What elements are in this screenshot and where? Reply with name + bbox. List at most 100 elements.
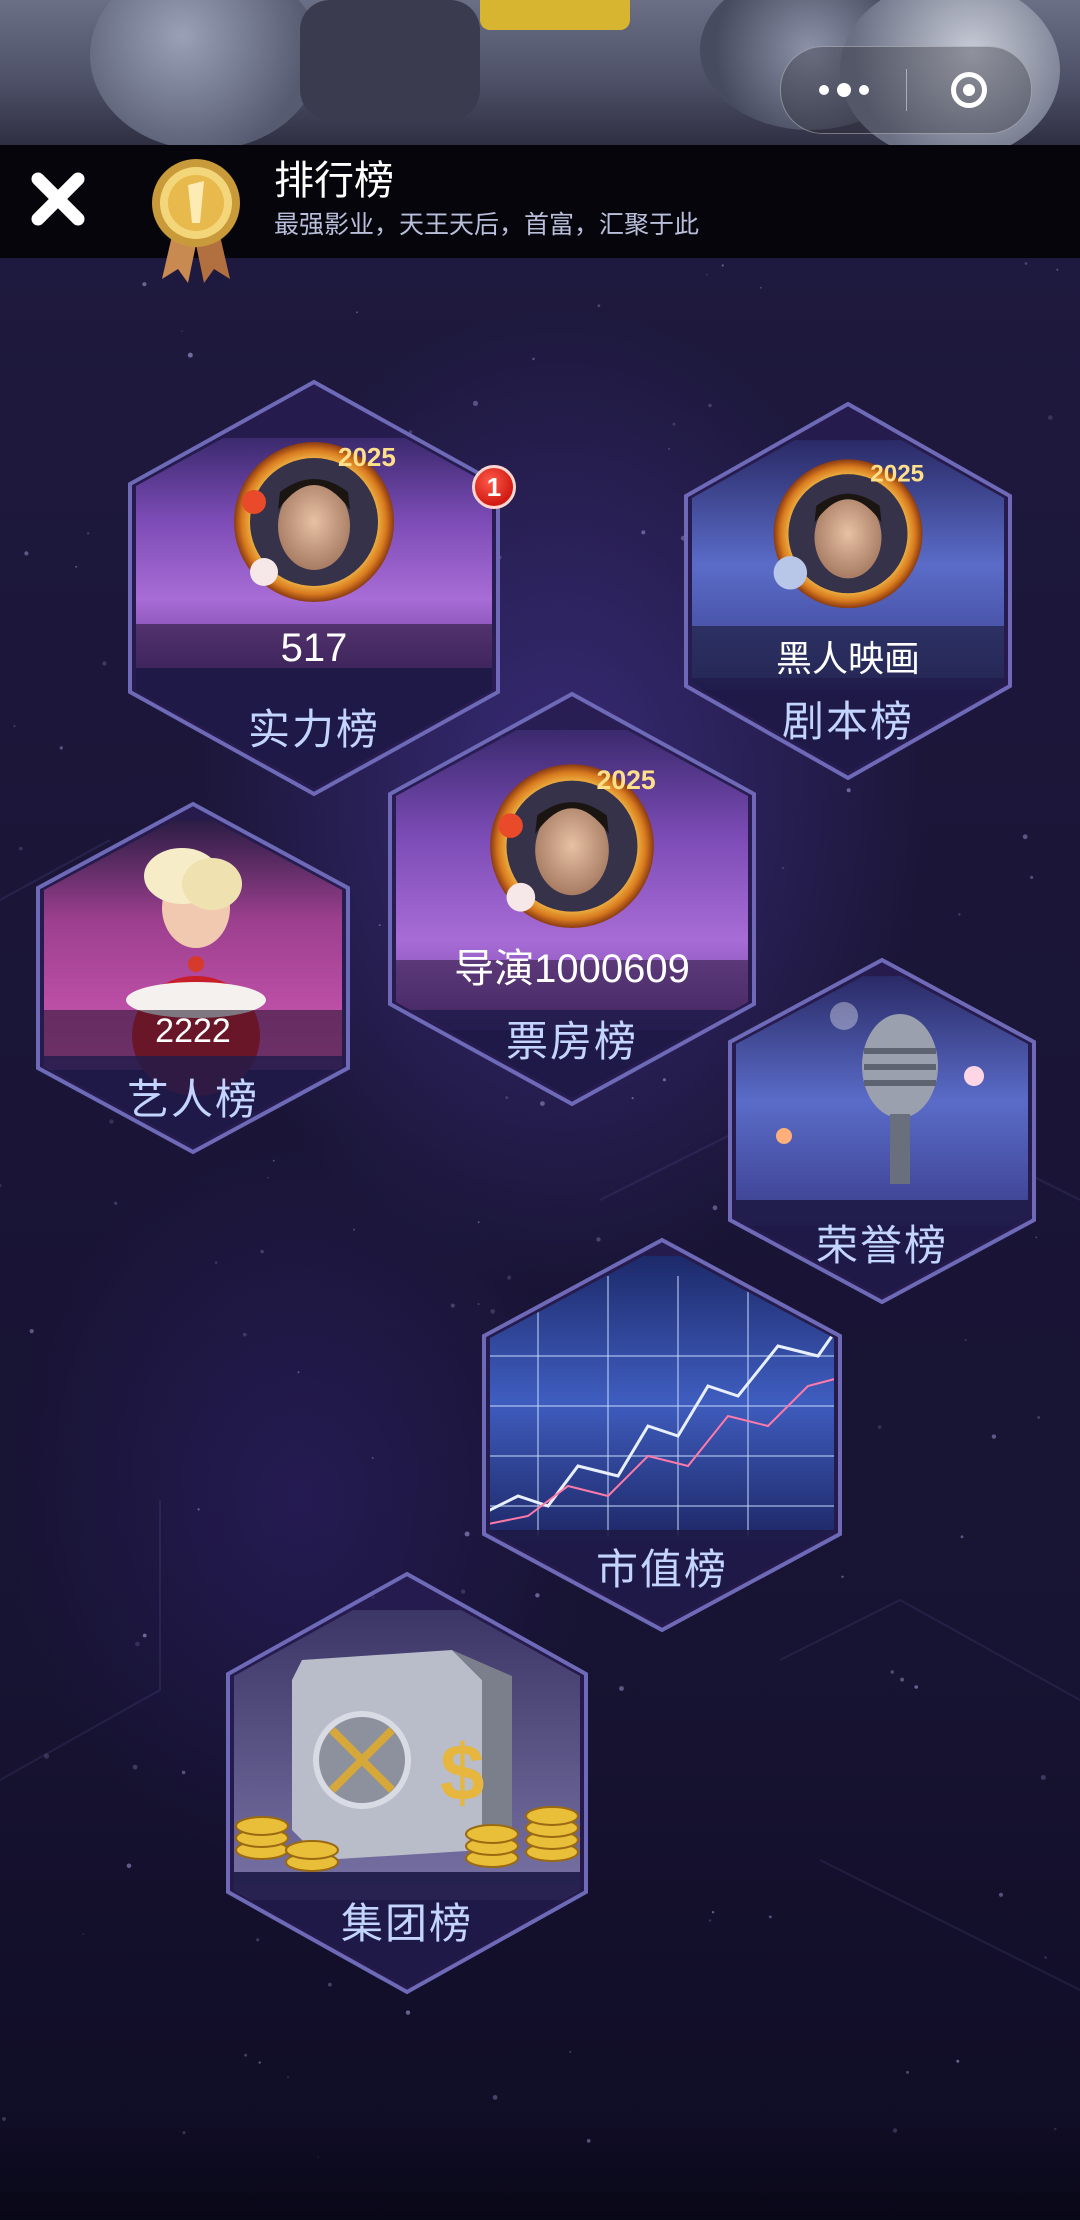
star-dot — [297, 1371, 300, 1374]
close-button[interactable] — [18, 159, 98, 239]
avatar-frame-2025: 2025 — [773, 459, 924, 609]
svg-text:$: $ — [440, 1728, 485, 1817]
page-title: 排行榜 — [274, 159, 394, 203]
star-dot — [87, 532, 90, 535]
frame-year-text: 2025 — [597, 765, 656, 795]
frame-year-text: 2025 — [870, 461, 924, 488]
star-dot — [768, 1915, 772, 1919]
star-dot — [708, 1919, 712, 1922]
star-dot — [371, 1456, 374, 1459]
star-dot — [1030, 875, 1034, 880]
star-dot — [260, 1249, 264, 1254]
star-dot — [114, 1201, 118, 1205]
star-dot — [956, 2059, 960, 2063]
star-dot — [18, 846, 23, 851]
star-dot — [668, 447, 671, 450]
star-dot — [142, 282, 147, 287]
star-dot — [242, 1332, 247, 1337]
header-bar: 排行榜 最强影业，天王天后，首富，汇聚于此 — [0, 145, 1080, 283]
star-dot — [181, 1770, 186, 1775]
close-miniprogram-button[interactable] — [906, 47, 1031, 133]
star-dot — [0, 1184, 2, 1188]
group-label: 集团榜 — [340, 1900, 473, 1947]
script-value: 黑人映画 — [775, 638, 920, 679]
star-dot — [464, 1531, 470, 1537]
star-dot — [1037, 1416, 1040, 1419]
box-office-value: 导演1000609 — [454, 947, 690, 991]
star-dot — [960, 1535, 964, 1539]
page-subtitle: 最强影业，天王天后，首富，汇聚于此 — [274, 211, 700, 239]
star-dot — [721, 264, 724, 267]
star-dot — [1044, 1956, 1047, 1959]
star-dot — [187, 352, 193, 358]
star-dot — [641, 530, 646, 535]
star-dot — [964, 1339, 967, 1341]
ranking-screen: 排行榜 最强影业，天王天后，首富，汇聚于此 2025 517 实力榜 1 202… — [0, 0, 1080, 2220]
star-dot — [914, 1685, 918, 1689]
star-dot — [958, 913, 961, 916]
star-dot — [706, 273, 708, 276]
star-dot — [13, 725, 16, 728]
star-dot — [258, 2061, 261, 2064]
star-dot — [998, 1892, 1004, 1897]
artist-label: 艺人榜 — [126, 1076, 259, 1123]
star-dot — [181, 330, 184, 332]
star-dot — [619, 1686, 624, 1691]
star-dot — [353, 1228, 355, 1231]
star-dot — [1022, 834, 1028, 840]
star-dot — [75, 565, 78, 568]
tile-box-office-ranking[interactable]: 2025 导演1000609 票房榜 — [384, 690, 760, 1108]
star-dot — [59, 746, 63, 750]
tile-artist-ranking[interactable]: 2222 艺人榜 — [32, 800, 354, 1156]
star-dot — [405, 2010, 411, 2015]
star-dot — [132, 1764, 138, 1770]
star-dot — [532, 357, 535, 361]
star-dot — [287, 2076, 289, 2078]
strength-value: 517 — [280, 626, 348, 670]
star-dot — [906, 2070, 909, 2074]
star-dot — [29, 1329, 34, 1334]
star-dot — [102, 661, 107, 666]
box-office-label: 票房榜 — [505, 1018, 638, 1065]
miniprogram-capsule — [780, 46, 1032, 134]
star-dot — [82, 1933, 85, 1935]
star-dot — [991, 1434, 997, 1439]
star-dot — [214, 1261, 218, 1264]
star-dot — [846, 788, 851, 793]
star-dot — [1024, 262, 1028, 265]
star-dot — [900, 1677, 905, 1682]
star-dot — [672, 422, 676, 426]
star-dot — [244, 2053, 248, 2057]
tile-group-ranking[interactable]: $ 集团榜 — [222, 1570, 592, 1996]
star-dot — [197, 1508, 200, 1511]
star-dot — [356, 311, 358, 314]
star-dot — [1048, 415, 1053, 420]
target-icon — [950, 72, 987, 108]
medal-icon — [152, 159, 240, 283]
bottom-shade — [0, 2120, 1080, 2220]
more-menu-button[interactable] — [781, 47, 906, 133]
star-dot — [272, 1159, 275, 1162]
star-dot — [569, 2050, 572, 2053]
star-dot — [126, 1863, 132, 1869]
star-dot — [135, 1641, 140, 1647]
notification-badge: 1 — [472, 465, 516, 509]
star-dot — [597, 304, 601, 308]
star-dot — [477, 1221, 480, 1223]
avatar-frame-2025: 2025 — [490, 764, 656, 928]
star-dot — [492, 2095, 498, 2100]
star-dot — [711, 1911, 715, 1914]
star-dot — [712, 1205, 718, 1211]
star-dot — [378, 924, 381, 926]
artist-value: 2222 — [155, 1012, 231, 1050]
avatar-frame-2025: 2025 — [234, 442, 396, 602]
star-dot — [782, 867, 784, 869]
star-dot — [1056, 268, 1059, 271]
star-dot — [266, 1176, 269, 1179]
star-dot — [759, 286, 762, 289]
star-dot — [890, 1670, 894, 1674]
frame-year-text: 2025 — [338, 442, 396, 472]
close-icon — [31, 172, 85, 226]
star-dot — [44, 1753, 50, 1759]
star-dot — [1040, 1775, 1046, 1780]
